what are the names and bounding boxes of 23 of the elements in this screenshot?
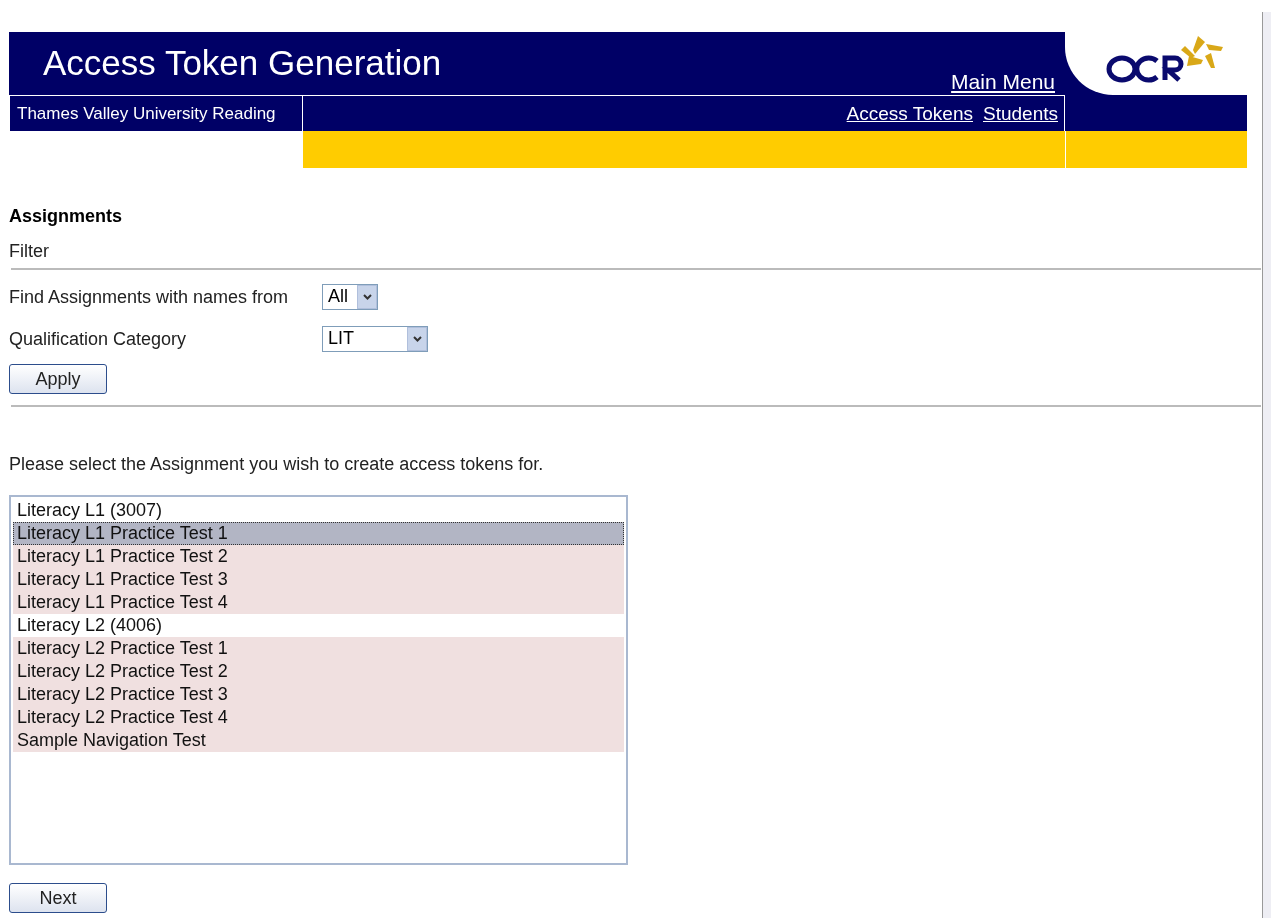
- instruction-text: Please select the Assignment you wish to create access tokens for.: [9, 454, 545, 475]
- apply-button[interactable]: Apply: [9, 364, 107, 394]
- list-option[interactable]: Sample Navigation Test: [13, 729, 624, 752]
- centre-name: Thames Valley University Reading: [9, 95, 303, 131]
- dropdown[interactable]: LIT: [322, 326, 428, 352]
- nav-link[interactable]: Access Tokens: [846, 102, 973, 125]
- list-option[interactable]: Literacy L2 Practice Test 4: [13, 706, 624, 729]
- list-option[interactable]: Literacy L2 Practice Test 3: [13, 683, 624, 706]
- list-option[interactable]: Literacy L1 Practice Test 2: [13, 545, 624, 568]
- list-option[interactable]: Literacy L1 Practice Test 1: [13, 522, 624, 545]
- filter-label: Find Assignments with names from: [9, 286, 290, 308]
- section-title: Assignments: [9, 206, 124, 227]
- nav-link[interactable]: Students: [983, 102, 1058, 125]
- page-title: Access Token Generation: [42, 42, 442, 83]
- dropdown[interactable]: All: [322, 284, 378, 310]
- list-option[interactable]: Literacy L2 Practice Test 2: [13, 660, 624, 683]
- list-option[interactable]: Literacy L1 Practice Test 4: [13, 591, 624, 614]
- list-option[interactable]: Literacy L2 Practice Test 1: [13, 637, 624, 660]
- list-option[interactable]: Literacy L1 Practice Test 3: [13, 568, 624, 591]
- filter-title: Filter: [9, 241, 50, 262]
- filter-label: Qualification Category: [9, 328, 188, 350]
- next-button[interactable]: Next: [9, 883, 107, 913]
- main-menu-link[interactable]: Main Menu: [951, 70, 1055, 94]
